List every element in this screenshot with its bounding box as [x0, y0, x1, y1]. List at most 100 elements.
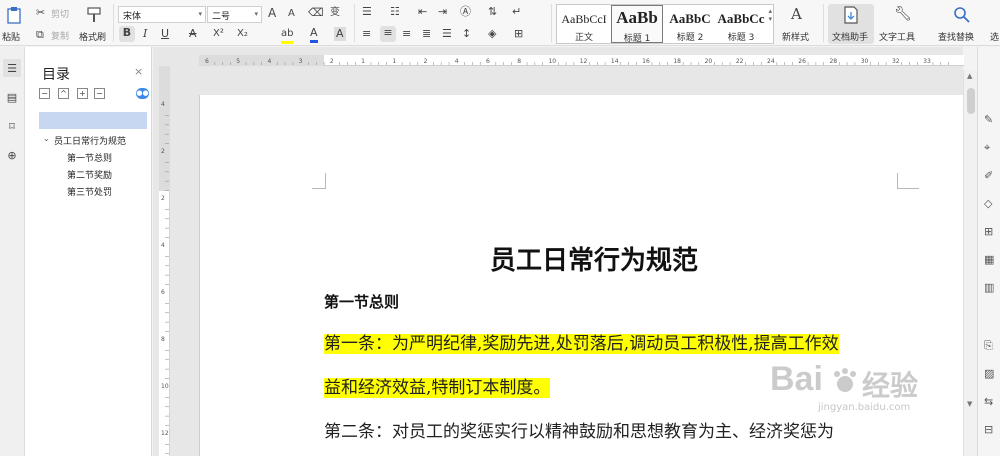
- distribute-icon[interactable]: ☰: [442, 27, 452, 41]
- chapter-nav-icon[interactable]: ▤: [3, 88, 21, 106]
- share-icon[interactable]: ⊟: [984, 423, 993, 436]
- shrink-font-icon[interactable]: A: [288, 7, 295, 21]
- font-color-button[interactable]: A: [310, 26, 318, 43]
- gallery-scroll-icon[interactable]: ▴ ▾: [768, 7, 772, 23]
- phonetic-guide-icon[interactable]: 变: [330, 6, 340, 20]
- section-heading[interactable]: 第一节总则: [324, 291, 399, 312]
- find-nav-icon[interactable]: ⊕: [3, 146, 21, 164]
- ruler-label: 2: [330, 58, 334, 65]
- format-painter-button[interactable]: 格式刷: [78, 4, 110, 44]
- style-heading-2[interactable]: AaBbC 标题 2: [664, 5, 716, 43]
- cloud-sync-icon[interactable]: ●●: [136, 88, 149, 99]
- image-icon[interactable]: ▨: [984, 367, 994, 380]
- bold-button[interactable]: B: [119, 26, 135, 42]
- paragraph-line[interactable]: 益和经济效益,特制订本制度。: [324, 373, 551, 398]
- align-center-icon[interactable]: ≡: [380, 26, 396, 42]
- italic-button[interactable]: I: [143, 27, 147, 41]
- ruler-label: 2: [161, 195, 165, 202]
- decrease-indent-icon[interactable]: ⇤: [418, 5, 427, 19]
- styles-gallery: AaBbCcI 正文 AaBb 标题 1 AaBbC 标题 2 AaBbCc 标…: [556, 4, 774, 44]
- text-tools-button[interactable]: 🔧︎ 文字工具: [877, 4, 927, 44]
- outline-item-section-2[interactable]: 第二节奖励: [67, 168, 112, 181]
- ruler-label: 22: [736, 58, 744, 65]
- numbered-list-icon[interactable]: ☷: [390, 5, 400, 19]
- new-style-label: 新样式: [782, 33, 810, 43]
- paste-button[interactable]: 粘贴: [2, 4, 26, 44]
- document-title[interactable]: 员工日常行为规范: [490, 240, 698, 277]
- separator: [551, 4, 552, 42]
- underline-button[interactable]: U: [161, 27, 169, 41]
- copy-button[interactable]: ⧉ 复制: [36, 28, 74, 42]
- style-pane-icon[interactable]: ✐: [984, 169, 993, 182]
- share-icon[interactable]: ⇆: [984, 395, 993, 408]
- outline-expander-icon[interactable]: ⌄: [43, 134, 50, 143]
- subscript-button[interactable]: X₂: [237, 27, 248, 41]
- sort-icon[interactable]: ⇅: [488, 5, 497, 19]
- close-icon[interactable]: ×: [134, 65, 143, 78]
- align-right-icon[interactable]: ≡: [402, 27, 411, 41]
- bullet-list-icon[interactable]: ☰: [362, 5, 372, 19]
- collapse-all-button[interactable]: −: [39, 88, 50, 99]
- scrollbar-thumb[interactable]: [967, 88, 975, 114]
- table-icon[interactable]: ⊞: [984, 225, 993, 238]
- show-marks-icon[interactable]: ↵: [512, 5, 521, 19]
- scissors-icon: ✂: [36, 6, 46, 19]
- border-icon[interactable]: ⊞: [514, 27, 523, 41]
- doc-assistant-button[interactable]: 文档助手: [828, 4, 874, 44]
- crop-mark-left: [312, 173, 326, 189]
- style-normal[interactable]: AaBbCcI 正文: [557, 5, 611, 43]
- scroll-up-icon[interactable]: ▲: [967, 72, 972, 80]
- grow-font-icon[interactable]: A: [268, 6, 276, 20]
- select-label[interactable]: 选: [990, 30, 999, 43]
- increase-indent-icon[interactable]: ⇥: [438, 5, 447, 19]
- horizontal-ruler[interactable]: 6 5 4 3 2 1 1 2 4 6 8 10 12 14 16 18 20 22 24 26 28 30 32 33: [199, 55, 964, 66]
- vertical-ruler[interactable]: 4 2 2 4 6 8 10 12: [159, 66, 170, 456]
- outline-item-title[interactable]: 员工日常行为规范: [54, 134, 126, 147]
- align-left-icon[interactable]: ≡: [362, 27, 371, 41]
- text-direction-icon[interactable]: Ⓐ: [460, 5, 471, 19]
- highlight-button[interactable]: ab: [281, 27, 294, 44]
- move-up-button[interactable]: ^: [58, 88, 69, 99]
- cut-button[interactable]: ✂ 剪切: [36, 6, 74, 20]
- format-painter-label: 格式刷: [79, 33, 107, 43]
- style-heading-3[interactable]: AaBbCc 标题 3: [716, 5, 766, 43]
- outline-selected-row[interactable]: [39, 112, 147, 129]
- style-heading-1[interactable]: AaBb 标题 1: [611, 5, 663, 44]
- find-replace-button[interactable]: 查找替换: [935, 4, 987, 44]
- remove-heading-button[interactable]: −: [94, 88, 105, 99]
- document-page[interactable]: 员工日常行为规范 第一节总则 第一条：为严明纪律,奖励先进,处罚落后,调动员工积…: [199, 95, 963, 456]
- justify-icon[interactable]: ≣: [422, 27, 431, 41]
- location-icon[interactable]: ⌖: [984, 141, 990, 155]
- paragraph-line[interactable]: 第一条：为严明纪律,奖励先进,处罚落后,调动员工积极性,提高工作效: [324, 329, 839, 354]
- text-tools-label: 文字工具: [879, 33, 916, 43]
- shape-icon[interactable]: ◇: [984, 197, 992, 210]
- superscript-button[interactable]: X²: [213, 27, 224, 41]
- paragraph-line[interactable]: 第二条：对员工的奖惩实行以精神鼓励和思想教育为主、经济奖惩为: [324, 417, 834, 442]
- scroll-down-icon[interactable]: ▼: [967, 400, 972, 408]
- pen-icon[interactable]: ✎: [984, 113, 993, 126]
- grid-icon[interactable]: ▦: [984, 253, 994, 266]
- outline-item-section-3[interactable]: 第三节处罚: [67, 185, 112, 198]
- new-style-button[interactable]: A 新样式: [779, 4, 819, 44]
- add-heading-button[interactable]: +: [77, 88, 88, 99]
- strikethrough-button[interactable]: A: [189, 27, 197, 41]
- right-sidebar: ✎ ⌖ ✐ ◇ ⊞ ▦ ▥ ⎘ ▨ ⇆ ⊟: [977, 47, 1000, 456]
- style-name: 正文: [574, 33, 593, 43]
- font-size-select[interactable]: 二号 ▾: [207, 6, 262, 23]
- find-replace-label: 查找替换: [938, 33, 975, 43]
- chart-icon[interactable]: ▥: [984, 281, 994, 294]
- outline-panel: 目录 × − ^ + − ●● ⌄ 员工日常行为规范 第一节总则 第二节奖励 第…: [25, 47, 152, 456]
- eraser-icon[interactable]: ⌫: [308, 6, 324, 20]
- line-spacing-icon[interactable]: ↕: [462, 27, 471, 41]
- ruler-margin: [159, 66, 170, 191]
- ruler-label: 1: [361, 58, 365, 65]
- shading-icon[interactable]: ◈: [488, 27, 496, 41]
- vertical-scrollbar[interactable]: ▲ ▼: [963, 70, 977, 456]
- review-icon[interactable]: ⎘: [984, 339, 993, 353]
- font-name-select[interactable]: 宋体 ▾: [118, 6, 206, 23]
- outline-nav-icon[interactable]: ☰: [3, 59, 21, 77]
- outline-item-section-1[interactable]: 第一节总则: [67, 151, 112, 164]
- bookmark-icon[interactable]: ⌑: [3, 117, 21, 135]
- char-shading-button[interactable]: A: [334, 27, 346, 41]
- ruler-label: 33: [923, 58, 931, 65]
